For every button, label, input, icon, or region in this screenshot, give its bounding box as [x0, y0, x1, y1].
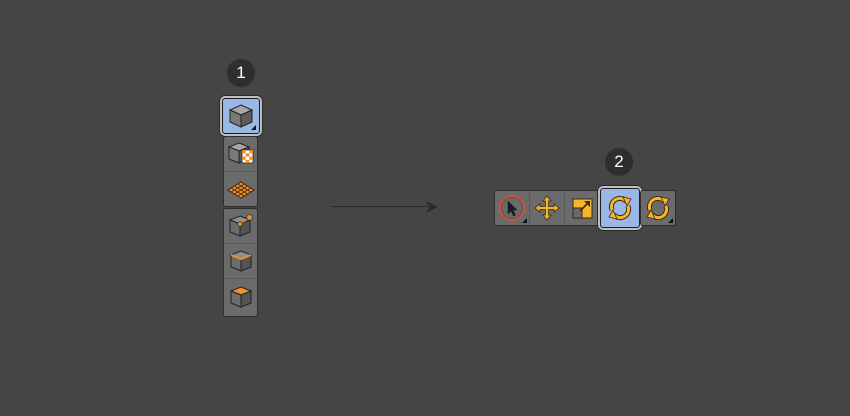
polygons-mode-button[interactable]: [224, 279, 257, 314]
rotate-tool-icon: [608, 195, 632, 221]
scale-tool-icon: [572, 198, 592, 219]
workplane-mode-button[interactable]: [224, 172, 257, 207]
polygons-mode-icon: [229, 285, 252, 308]
move-tool-button[interactable]: [530, 191, 565, 225]
model-mode-button[interactable]: [222, 98, 260, 134]
scale-tool-button[interactable]: [565, 191, 600, 225]
submenu-indicator: [251, 125, 256, 130]
workplane-mode-icon: [226, 180, 255, 199]
tool-palette-right: [640, 190, 676, 226]
mode-palette-lower: [223, 208, 258, 317]
edges-mode-button[interactable]: [224, 244, 257, 279]
submenu-indicator: [668, 218, 673, 223]
recent-tools-button[interactable]: [641, 191, 675, 225]
points-mode-icon: [228, 214, 253, 237]
texture-mode-icon: [227, 142, 253, 164]
live-selection-button[interactable]: [495, 191, 530, 225]
submenu-indicator: [522, 218, 527, 223]
texture-mode-button[interactable]: [224, 137, 257, 172]
tool-palette-left: [494, 190, 601, 226]
transition-arrow-icon: [332, 201, 438, 213]
rotate-tool-button[interactable]: [600, 188, 640, 228]
move-tool-icon: [534, 195, 560, 221]
points-mode-button[interactable]: [224, 209, 257, 244]
mode-palette-upper: [223, 136, 258, 207]
step-badge-1: 1: [227, 59, 255, 87]
step-badge-2: 2: [605, 148, 633, 176]
edges-mode-icon: [229, 250, 252, 272]
